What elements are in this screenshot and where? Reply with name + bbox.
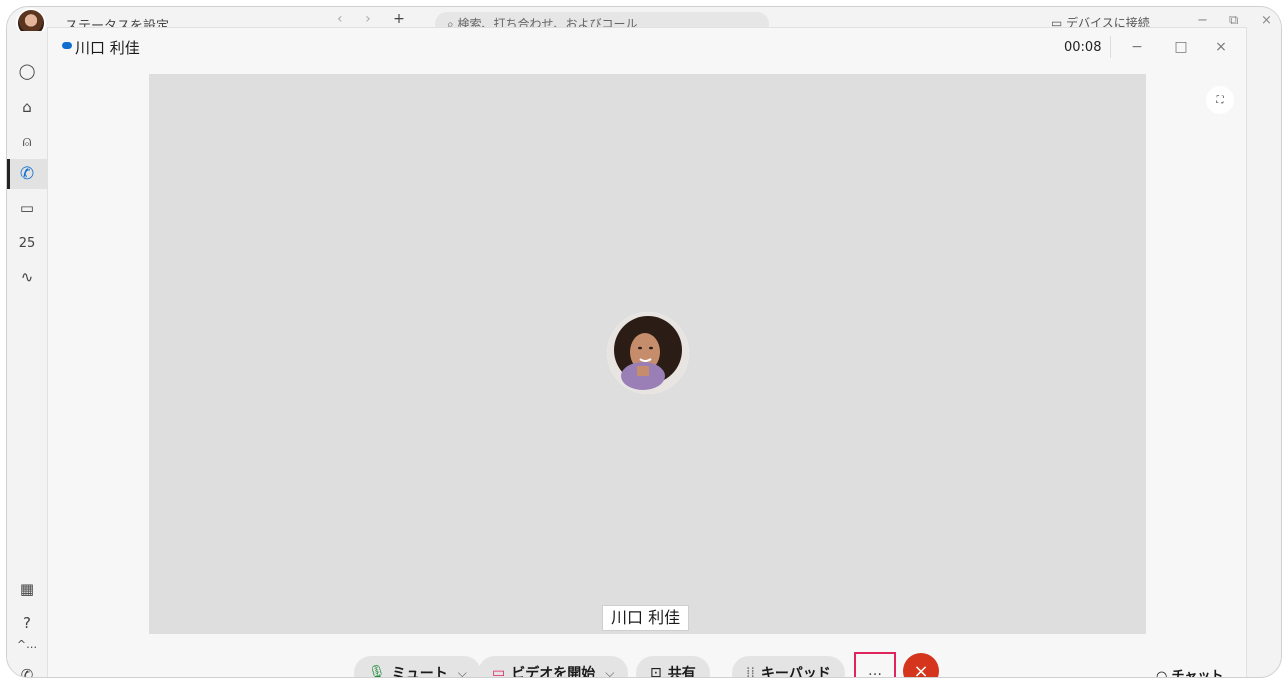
fullscreen-icon: ⛶ xyxy=(1216,94,1224,106)
participant-name-tag: 川口 利佳 xyxy=(602,605,690,631)
chat-label: チャット xyxy=(1171,669,1224,678)
mute-button[interactable]: 🎙 ミュート ⌵ xyxy=(354,656,481,678)
screen: ステータスを設定 ‹ › + ⌕ 検索、打ち合わせ、およびコール ▭ デバイスに… xyxy=(0,0,1288,684)
share-label: 共有 xyxy=(667,666,696,678)
close-icon[interactable]: × xyxy=(1208,35,1234,59)
share-button[interactable]: ⊡ 共有 xyxy=(636,656,710,678)
call-controls: 🎙 ミュート ⌵ ▭ ビデオを開始 ⌵ ⊡ 共有 ⁞⁞ キーパッド … × ○ … xyxy=(48,652,1246,678)
keypad-label: キーパッド xyxy=(760,666,831,678)
mute-label: ミュート xyxy=(391,666,448,678)
teams-icon[interactable]: ⌂ xyxy=(17,97,37,117)
chat-button[interactable]: ○ チャット xyxy=(1156,665,1224,678)
analytics-icon[interactable]: ∿ xyxy=(17,267,37,287)
presence-icon xyxy=(62,42,72,49)
contact-photo xyxy=(607,312,689,394)
start-video-button[interactable]: ▭ ビデオを開始 ⌵ xyxy=(478,656,629,678)
back-arrow-icon[interactable]: ‹ xyxy=(337,11,343,27)
end-call-icon: × xyxy=(913,660,929,678)
chat-icon[interactable]: ◯ xyxy=(17,61,37,81)
share-icon: ⊡ xyxy=(650,665,662,678)
video-off-icon: ▭ xyxy=(492,665,506,678)
call-settings-icon[interactable]: ✆ xyxy=(17,665,37,677)
chat-icon: ○ xyxy=(1156,669,1172,678)
chevron-down-icon[interactable]: ⌵ xyxy=(458,666,467,678)
start-video-label: ビデオを開始 xyxy=(511,666,596,678)
microphone-icon: 🎙 xyxy=(368,665,386,678)
call-title-bar: 川口 利佳 00:08 − □ × xyxy=(48,28,1246,66)
contact-name: 川口 利佳 xyxy=(75,39,140,57)
maximize-icon[interactable]: □ xyxy=(1168,35,1194,59)
sidebar: ◯ ⌂ ⍝ ✆ ▭ 25 ∿ ▦ ? ^… ✆ xyxy=(7,31,47,677)
end-call-button[interactable]: × xyxy=(903,653,939,678)
keypad-icon: ⁞⁞ xyxy=(746,665,755,678)
call-window: 川口 利佳 00:08 − □ × 川口 利佳 ⛶ 🎙 ミュート ⌵ ▭ ビデオ… xyxy=(47,27,1247,678)
more-icon[interactable]: ^… xyxy=(17,634,37,654)
video-stage: 川口 利佳 xyxy=(149,74,1146,634)
minimize-icon[interactable]: − xyxy=(1124,35,1150,59)
calendar-icon[interactable]: 25 xyxy=(17,233,37,253)
contact-avatar xyxy=(607,312,689,394)
add-icon[interactable]: + xyxy=(393,11,405,27)
voicemail-icon[interactable]: ▭ xyxy=(17,198,37,218)
app-restore-icon[interactable]: ⧉ xyxy=(1229,13,1238,28)
apps-icon[interactable]: ▦ xyxy=(17,579,37,599)
divider xyxy=(1110,36,1111,58)
nav-buttons: ‹ › + xyxy=(337,11,423,27)
webex-app-window: ステータスを設定 ‹ › + ⌕ 検索、打ち合わせ、およびコール ▭ デバイスに… xyxy=(6,6,1282,678)
help-icon[interactable]: ? xyxy=(17,613,37,633)
call-timer: 00:08 xyxy=(1064,40,1102,55)
fullscreen-button[interactable]: ⛶ xyxy=(1206,86,1234,114)
chevron-down-icon[interactable]: ⌵ xyxy=(605,666,614,678)
more-dots-icon: … xyxy=(868,663,882,678)
contacts-icon[interactable]: ⍝ xyxy=(17,131,37,151)
keypad-button[interactable]: ⁞⁞ キーパッド xyxy=(732,656,845,678)
forward-arrow-icon[interactable]: › xyxy=(365,11,371,27)
more-options-button[interactable]: … xyxy=(854,652,896,678)
app-close-icon[interactable]: × xyxy=(1261,13,1272,28)
calling-icon[interactable]: ✆ xyxy=(17,164,37,184)
app-minimize-icon[interactable]: − xyxy=(1197,13,1208,28)
